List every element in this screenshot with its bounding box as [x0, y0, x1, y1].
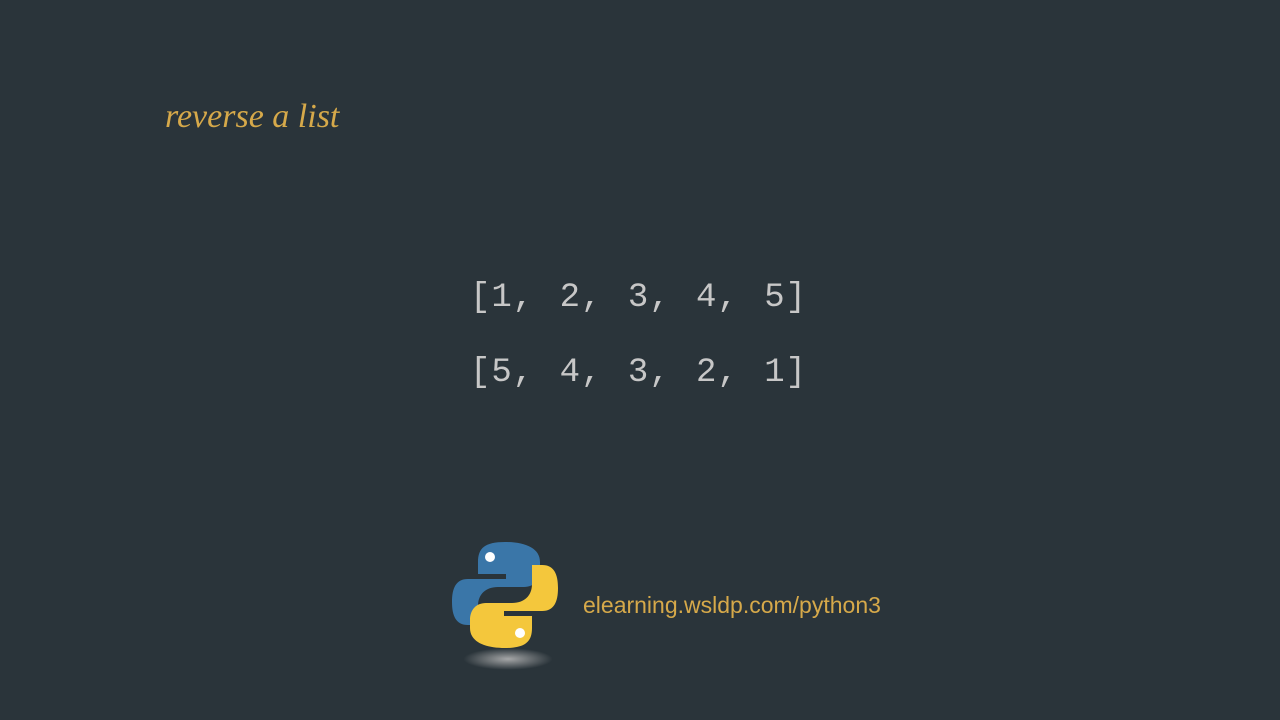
footer: elearning.wsldp.com/python3: [450, 540, 881, 670]
code-line-original: [1, 2, 3, 4, 5]: [470, 280, 807, 317]
code-line-reversed: [5, 4, 3, 2, 1]: [470, 355, 807, 392]
footer-url: elearning.wsldp.com/python3: [583, 592, 881, 619]
slide-title: reverse a list: [165, 98, 339, 136]
python-logo-icon: [450, 540, 565, 670]
code-block: [1, 2, 3, 4, 5] [5, 4, 3, 2, 1]: [470, 280, 807, 431]
logo-shadow: [463, 648, 553, 670]
